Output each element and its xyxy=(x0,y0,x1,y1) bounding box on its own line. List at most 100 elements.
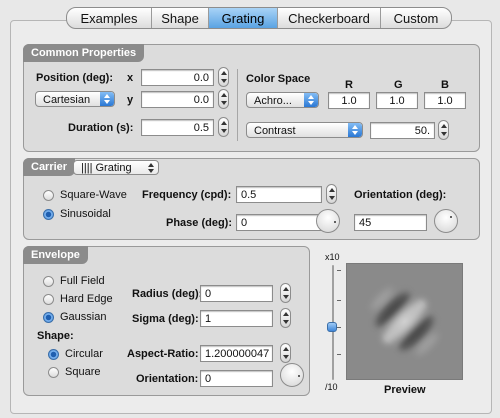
full-field-label: Full Field xyxy=(60,275,105,287)
column-divider xyxy=(237,69,238,141)
tab-bar: Examples Shape Grating Checkerboard Cust… xyxy=(66,7,452,29)
dial-indicator xyxy=(334,221,336,223)
gabor-patch-image xyxy=(347,264,462,379)
y-field[interactable]: 0.0 xyxy=(141,91,214,108)
preview-canvas xyxy=(346,263,463,380)
contrast-mode-popup[interactable]: Contrast xyxy=(246,122,363,138)
radius-field[interactable]: 0 xyxy=(200,285,273,302)
tab-examples[interactable]: Examples xyxy=(67,8,152,28)
phase-label: Phase (deg): xyxy=(166,217,233,229)
popup-arrows-icon xyxy=(100,92,114,106)
popup-arrows-icon xyxy=(144,161,158,174)
tab-checkerboard[interactable]: Checkerboard xyxy=(278,8,381,28)
envelope-orientation-field[interactable]: 0 xyxy=(200,370,273,387)
radio-dot xyxy=(43,189,54,201)
sigma-label: Sigma (deg): xyxy=(132,313,199,325)
radio-dot xyxy=(43,275,54,287)
dial-indicator xyxy=(450,216,452,218)
sinusoidal-radio[interactable]: Sinusoidal xyxy=(43,208,111,220)
position-label: Position (deg): xyxy=(36,72,113,84)
envelope-orientation-dial[interactable] xyxy=(280,363,304,387)
radius-label: Radius (deg): xyxy=(132,288,203,300)
gaussian-radio[interactable]: Gaussian xyxy=(43,311,106,323)
aspect-ratio-stepper[interactable] xyxy=(280,343,291,363)
g-field[interactable]: 1.0 xyxy=(376,92,418,109)
orientation-field[interactable]: 45 xyxy=(354,214,427,231)
tab-custom[interactable]: Custom xyxy=(381,8,451,28)
dial-indicator xyxy=(298,375,300,377)
common-properties-panel: Common Properties Position (deg): x 0.0 … xyxy=(23,44,480,152)
zoom-min-label: /10 xyxy=(325,382,338,392)
zoom-tick xyxy=(337,354,341,355)
radio-dot xyxy=(43,311,54,323)
sinusoidal-label: Sinusoidal xyxy=(60,208,111,220)
frequency-label: Frequency (cpd): xyxy=(142,189,232,201)
coord-mode-popup[interactable]: Cartesian xyxy=(35,91,115,107)
x-label: x xyxy=(127,72,134,84)
popup-arrows-icon xyxy=(348,123,362,137)
radius-stepper[interactable] xyxy=(280,283,291,303)
hard-edge-label: Hard Edge xyxy=(60,293,113,305)
envelope-orientation-label: Orientation: xyxy=(136,373,199,385)
frequency-field[interactable]: 0.5 xyxy=(236,186,322,203)
radio-dot xyxy=(43,208,54,220)
orientation-dial[interactable] xyxy=(434,209,458,233)
envelope-panel: Envelope Full Field Hard Edge Gaussian S… xyxy=(23,246,310,396)
frequency-stepper[interactable] xyxy=(326,184,337,204)
r-field[interactable]: 1.0 xyxy=(328,92,370,109)
contrast-mode-value: Contrast xyxy=(254,125,296,137)
sigma-stepper[interactable] xyxy=(280,308,291,328)
square-label: Square xyxy=(65,366,101,378)
contrast-stepper[interactable] xyxy=(438,120,449,140)
carrier-title: Carrier xyxy=(23,158,76,176)
x-stepper[interactable] xyxy=(218,67,229,87)
g-label: G xyxy=(394,79,403,91)
duration-stepper[interactable] xyxy=(218,117,229,137)
aspect-ratio-field[interactable]: 1.200000047 xyxy=(200,345,273,362)
phase-field[interactable]: 0 xyxy=(236,214,322,231)
zoom-tick xyxy=(337,270,341,271)
x-field[interactable]: 0.0 xyxy=(141,69,214,86)
zoom-tick xyxy=(337,300,341,301)
color-space-popup[interactable]: Achro... xyxy=(246,92,319,108)
duration-field[interactable]: 0.5 xyxy=(141,119,214,136)
circular-label: Circular xyxy=(65,348,103,360)
orientation-label: Orientation (deg): xyxy=(354,189,447,201)
shape-label: Shape: xyxy=(37,330,74,342)
gaussian-label: Gaussian xyxy=(60,311,107,323)
b-field[interactable]: 1.0 xyxy=(424,92,466,109)
hard-edge-radio[interactable]: Hard Edge xyxy=(43,293,113,305)
radio-dot xyxy=(48,348,59,360)
phase-dial[interactable] xyxy=(316,209,340,233)
color-space-label: Color Space xyxy=(246,73,311,85)
y-label: y xyxy=(127,94,134,106)
radio-dot xyxy=(48,366,59,378)
tab-shape[interactable]: Shape xyxy=(152,8,209,28)
zoom-tick xyxy=(337,327,341,328)
common-properties-title: Common Properties xyxy=(23,44,145,62)
aspect-ratio-label: Aspect-Ratio: xyxy=(127,348,199,360)
envelope-title: Envelope xyxy=(23,246,88,264)
square-wave-radio[interactable]: Square-Wave xyxy=(43,189,127,201)
carrier-type-popup[interactable]: |||| Grating xyxy=(73,160,159,175)
preview-label: Preview xyxy=(384,384,426,396)
b-label: B xyxy=(441,79,449,91)
square-wave-label: Square-Wave xyxy=(60,189,127,201)
full-field-radio[interactable]: Full Field xyxy=(43,275,105,287)
circular-radio[interactable]: Circular xyxy=(48,348,103,360)
coord-mode-value: Cartesian xyxy=(43,94,91,106)
radio-dot xyxy=(43,293,54,305)
color-space-value: Achro... xyxy=(254,95,292,107)
duration-label: Duration (s): xyxy=(68,122,134,134)
sigma-field[interactable]: 1 xyxy=(200,310,273,327)
popup-arrows-icon xyxy=(304,93,318,107)
zoom-slider-thumb[interactable] xyxy=(327,322,337,332)
zoom-max-label: x10 xyxy=(325,252,340,262)
carrier-panel: Carrier |||| Grating Square-Wave Sinusoi… xyxy=(23,158,480,240)
square-radio[interactable]: Square xyxy=(48,366,100,378)
r-label: R xyxy=(345,79,353,91)
y-stepper[interactable] xyxy=(218,89,229,109)
tab-grating[interactable]: Grating xyxy=(209,8,278,28)
carrier-type-value: |||| Grating xyxy=(81,162,132,174)
contrast-field[interactable]: 50. xyxy=(370,122,435,139)
